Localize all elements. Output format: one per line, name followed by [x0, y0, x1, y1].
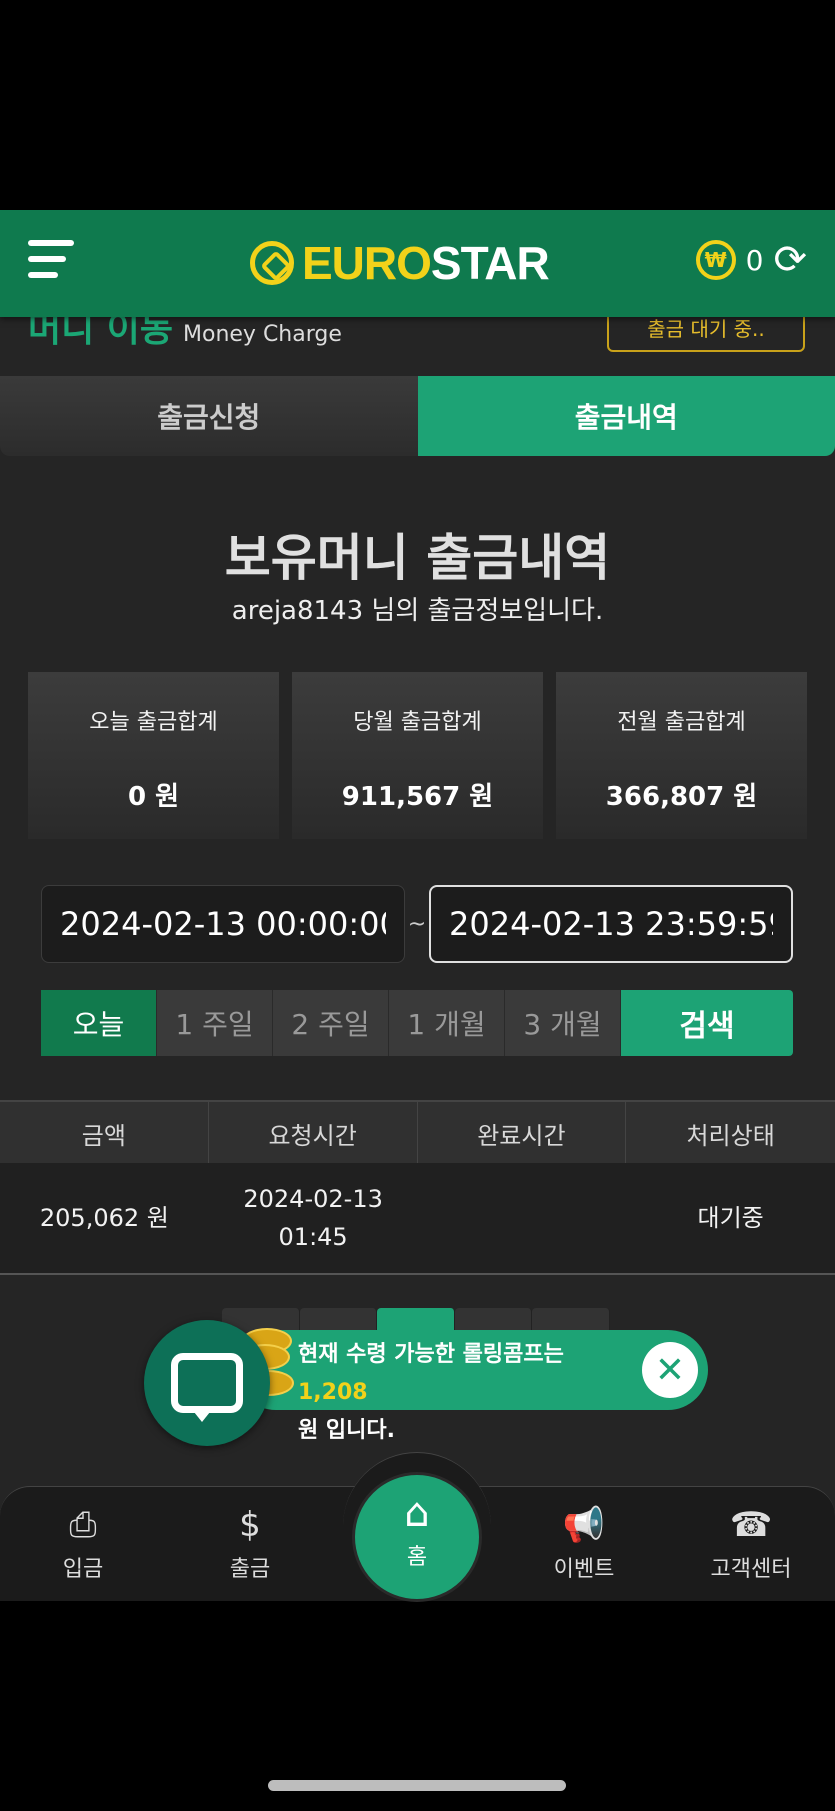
period-2week-button[interactable]: 2 주일: [273, 990, 389, 1056]
date-range: ~: [41, 884, 793, 964]
deposit-icon: ⎙: [69, 1505, 97, 1545]
summary-card-last-month: 전월 출금합계 366,807 원: [556, 672, 807, 839]
nav-withdraw[interactable]: $ 출금: [190, 1505, 310, 1583]
period-1month-button[interactable]: 1 개월: [389, 990, 505, 1056]
summary-card-this-month: 당월 출금합계 911,567 원: [292, 672, 543, 839]
close-icon[interactable]: ✕: [642, 1342, 698, 1398]
end-date-input[interactable]: [429, 885, 793, 963]
column-header-complete-time: 완료시간: [418, 1102, 627, 1164]
tab-withdraw-history[interactable]: 출금내역: [417, 376, 835, 456]
page-title: 보유머니 출금내역: [224, 529, 611, 587]
search-button[interactable]: 검색: [621, 990, 793, 1056]
column-header-status: 처리상태: [686, 1121, 775, 1150]
column-header-request-time: 요청시간: [209, 1102, 418, 1164]
section-subtitle: Money Charge: [183, 322, 342, 347]
logo[interactable]: EUROSTAR: [250, 236, 550, 290]
logo-mark-icon: [250, 241, 294, 285]
cell-status: 대기중: [697, 1204, 764, 1232]
period-filter: 오늘 1 주일 2 주일 1 개월 3 개월 검색: [41, 990, 793, 1056]
refresh-icon[interactable]: ⟳: [773, 240, 807, 280]
nav-support[interactable]: ☎ 고객센터: [691, 1505, 811, 1583]
page-subtitle: areja8143 님의 출금정보입니다.: [231, 596, 604, 626]
menu-icon[interactable]: [28, 240, 74, 286]
balance-display: ₩ 0 ⟳: [695, 240, 807, 280]
tab-withdraw-request[interactable]: 출금신청: [0, 376, 418, 456]
home-indicator[interactable]: [268, 1780, 566, 1791]
chat-button[interactable]: [144, 1320, 270, 1446]
withdraw-icon: $: [239, 1505, 261, 1545]
tab-bar: 출금신청 출금내역: [0, 376, 835, 456]
toast-amount: 1,208: [298, 1380, 368, 1405]
column-header-amount: 금액: [0, 1102, 209, 1164]
won-coin-icon: ₩: [695, 240, 736, 280]
nav-home[interactable]: ⌂ 홈: [352, 1472, 482, 1602]
period-3month-button[interactable]: 3 개월: [505, 990, 621, 1056]
summary-card-today: 오늘 출금합계 0 원: [28, 672, 279, 839]
period-today-button[interactable]: 오늘: [41, 990, 157, 1056]
nav-event[interactable]: 📢 이벤트: [524, 1505, 644, 1583]
start-date-input[interactable]: [41, 885, 405, 963]
top-header: EUROSTAR ₩ 0 ⟳: [0, 210, 835, 317]
nav-deposit[interactable]: ⎙ 입금: [23, 1505, 143, 1583]
period-1week-button[interactable]: 1 주일: [157, 990, 273, 1056]
cell-request-time: 2024-02-13 01:45: [243, 1185, 383, 1251]
cell-amount: 205,062 원: [39, 1204, 169, 1232]
megaphone-icon: 📢: [562, 1505, 606, 1545]
home-icon: ⌂: [404, 1490, 430, 1536]
date-separator: ~: [407, 911, 427, 937]
summary-cards: 오늘 출금합계 0 원 당월 출금합계 911,567 원 전월 출금합계 36…: [28, 672, 807, 839]
chat-icon: [171, 1353, 243, 1422]
support-24-icon: ☎: [729, 1505, 773, 1545]
balance-value: 0: [745, 243, 764, 277]
toast-message: 현재 수령 가능한 롤링콤프는 1,208 원 입니다.: [298, 1342, 564, 1443]
table-row: 205,062 원 2024-02-13 01:45 대기중: [0, 1163, 835, 1275]
cell-complete-time: [418, 1163, 627, 1273]
table-header: 금액 요청시간 완료시간 처리상태: [0, 1100, 835, 1165]
